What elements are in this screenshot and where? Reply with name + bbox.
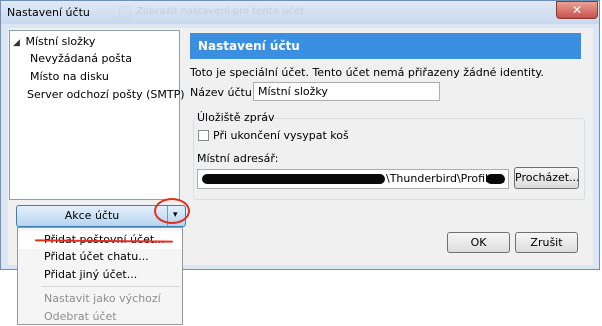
account-name-input[interactable] bbox=[253, 82, 440, 101]
message-storage-label: Úložiště zpráv bbox=[197, 111, 275, 124]
annotation-circle bbox=[154, 198, 190, 224]
menu-separator bbox=[42, 286, 180, 287]
account-tree[interactable]: ◢ Místní složky Nevyžádaná pošta Místo n… bbox=[9, 30, 185, 200]
special-account-info: Toto je speciální účet. Tento účet nemá … bbox=[190, 66, 544, 79]
tree-item-label: Nevyžádaná pošta bbox=[30, 52, 132, 65]
menu-item-remove-account: Odebrat účet bbox=[44, 310, 117, 323]
local-directory-field[interactable]: \Thunderbird\Profiles\ bbox=[197, 169, 509, 189]
window-tooltip-ghost: Zobrazit nastavení pro tento účet bbox=[136, 6, 304, 17]
window-icon bbox=[119, 6, 131, 18]
window-title: Nastavení účtu bbox=[7, 6, 90, 19]
local-directory-label: Místní adresář: bbox=[197, 152, 279, 165]
account-name-label: Název účtu: bbox=[190, 86, 256, 99]
menu-item-add-other-account[interactable]: Přidat jiný účet... bbox=[18, 266, 182, 284]
tree-item-junk[interactable]: Nevyžádaná pošta bbox=[30, 51, 132, 67]
account-actions-label: Akce účtu bbox=[64, 209, 120, 222]
menu-item-add-chat-account[interactable]: Přidat účet chatu... bbox=[18, 248, 182, 266]
close-button[interactable]: ✕ bbox=[556, 1, 598, 19]
redaction-mark bbox=[486, 174, 505, 184]
tree-item-label: Místní složky bbox=[25, 35, 96, 48]
tree-item-disk-space[interactable]: Místo na disku bbox=[30, 69, 109, 85]
title-bar[interactable]: Nastavení účtu Zobrazit nastavení pro te… bbox=[1, 1, 599, 24]
empty-trash-label[interactable]: Při ukončení vysypat koš bbox=[213, 129, 349, 142]
collapse-triangle-icon[interactable]: ◢ bbox=[13, 35, 22, 51]
redaction-mark bbox=[202, 174, 385, 184]
cancel-button[interactable]: Zrušit bbox=[515, 232, 578, 253]
tree-item-label: Server odchozí pošty (SMTP) bbox=[27, 88, 185, 101]
tree-item-local-folders[interactable]: ◢ Místní složky bbox=[13, 34, 95, 50]
menu-item-set-default: Nastavit jako výchozí bbox=[44, 292, 161, 305]
tree-item-smtp[interactable]: Server odchozí pošty (SMTP) bbox=[27, 87, 185, 103]
browse-button[interactable]: Procházet... bbox=[514, 167, 580, 189]
empty-trash-checkbox[interactable] bbox=[198, 130, 209, 141]
ok-button[interactable]: OK bbox=[447, 232, 510, 253]
tree-item-label: Místo na disku bbox=[30, 70, 109, 83]
panel-title: Nastavení účtu bbox=[190, 33, 581, 59]
